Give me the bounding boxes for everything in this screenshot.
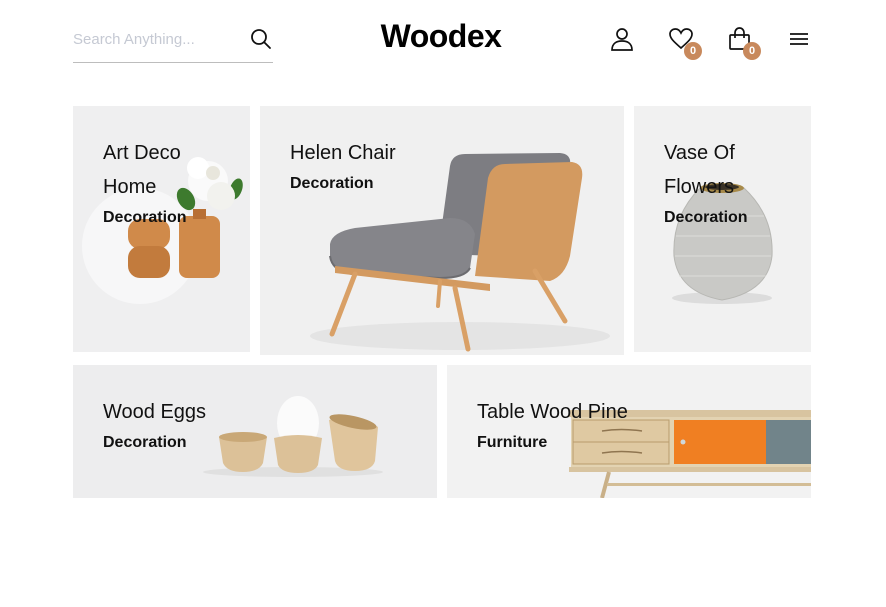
card-category: Decoration xyxy=(103,209,187,226)
product-card-table-wood-pine[interactable]: Table Wood Pine Furniture xyxy=(447,365,811,498)
product-card-vase-of-flowers[interactable]: Vase Of Flowers Decoration xyxy=(634,106,811,352)
card-title: Helen Chair xyxy=(290,142,396,164)
product-card-art-deco-home[interactable]: Art Deco Home Decoration xyxy=(73,106,250,352)
wishlist-count-badge: 0 xyxy=(684,42,702,60)
card-category: Decoration xyxy=(290,175,374,192)
cart-count-badge: 0 xyxy=(743,42,761,60)
search-input[interactable] xyxy=(73,28,238,50)
card-title: Table Wood Pine xyxy=(477,401,628,423)
wooden-egg-cups-image xyxy=(203,396,383,477)
card-title-line-1: Art Deco xyxy=(103,142,181,164)
card-title-line-2: Flowers xyxy=(664,176,735,198)
wood-sideboard-image xyxy=(569,410,811,498)
search-bar xyxy=(73,22,273,63)
card-title: Art Deco Home xyxy=(103,136,181,204)
product-card-helen-chair[interactable]: Helen Chair Decoration xyxy=(260,106,624,355)
search-icon[interactable] xyxy=(249,27,273,51)
hamburger-menu-icon[interactable] xyxy=(787,27,811,51)
card-category: Furniture xyxy=(477,434,548,451)
product-card-wood-eggs[interactable]: Wood Eggs Decoration xyxy=(73,365,437,498)
card-title: Vase Of Flowers xyxy=(664,136,735,204)
card-category: Decoration xyxy=(103,434,187,451)
card-title-line-1: Vase Of xyxy=(664,142,735,164)
site-logo[interactable]: Woodex xyxy=(370,18,512,55)
card-title: Wood Eggs xyxy=(103,401,207,423)
card-title-line-2: Home xyxy=(103,176,157,198)
user-icon[interactable] xyxy=(609,26,635,52)
card-category: Decoration xyxy=(664,209,748,226)
